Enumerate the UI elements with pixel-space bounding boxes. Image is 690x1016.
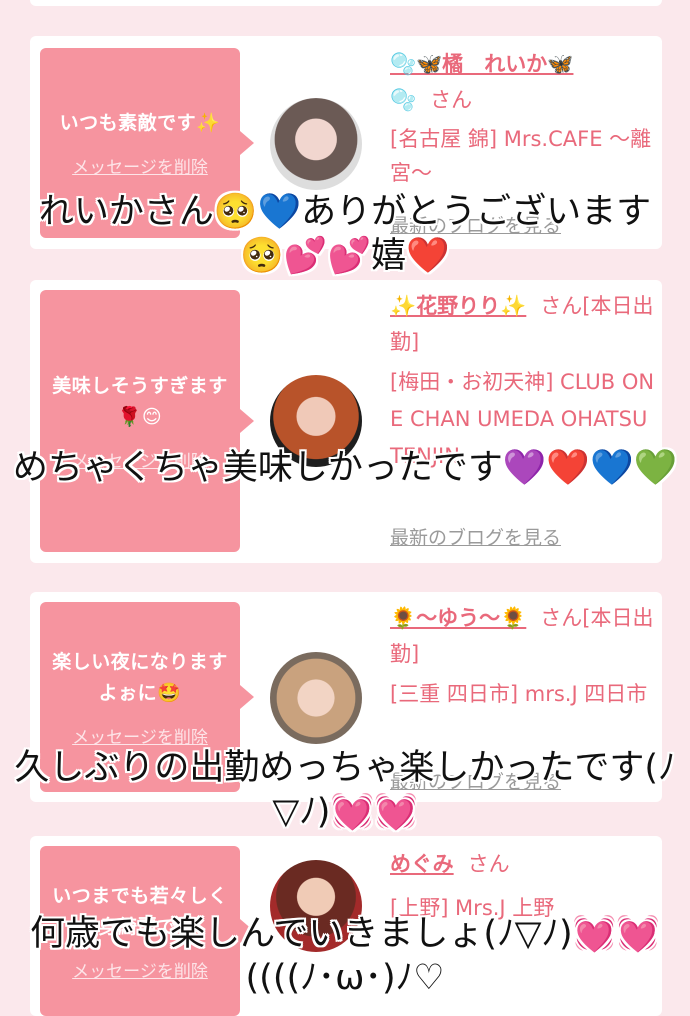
previous-card [30,0,662,6]
avatar[interactable] [270,98,362,190]
profile-name[interactable]: めぐみ [390,852,454,876]
profile-info: ✨花野りり✨ さん[本日出勤] [梅田・お初天神] CLUB ONE CHAN U… [390,288,656,556]
message-text: 楽しい夜になりますよぉに🤩 [52,650,228,704]
message-bubble: 美味しそうすぎます🌹😊 メッセージを削除 [40,290,254,552]
delete-message-link[interactable]: メッセージを削除 [72,723,208,748]
shop-info[interactable]: [名古屋 錦] Mrs.CAFE ～離宮～ [390,122,656,190]
profile-name[interactable]: 🫧🦋橘 れいか🦋 [390,52,573,76]
caption-overlay: れいかさん🥺💙ありがとうございます🥺💕💕嬉❤️ [38,192,652,276]
san-label: さん [467,852,510,876]
message-text: 美味しそうすぎます🌹😊 [52,374,228,428]
caption-overlay: めちゃくちゃ美味しかったです💜❤️💙💚 [12,448,678,488]
latest-blog-link[interactable]: 最新のブログを見る [390,520,561,556]
avatar[interactable] [270,652,362,744]
caption-overlay: 何歳でも楽しんでいきましょ(ﾉ▽ﾉ)💓💓((((ﾉ･ω･)ﾉ♡ [30,914,660,998]
delete-message-link[interactable]: メッセージを削除 [72,153,208,178]
profile-name[interactable]: 🌻～ゆう～🌻 [390,606,526,630]
shop-info[interactable]: [三重 四日市] mrs.J 四日市 [390,676,656,712]
profile-name[interactable]: ✨花野りり✨ [390,294,526,318]
caption-overlay: 久しぶりの出勤めっちゃ楽しかったです(ﾉ▽ﾉ)💓💓 [14,748,676,832]
message-text: いつも素敵です✨ [59,112,221,134]
san-label: さん [430,88,473,112]
message-card: 美味しそうすぎます🌹😊 メッセージを削除 ✨花野りり✨ さん[本日出勤] [梅田・… [30,280,662,563]
profile-name-suffix: 🫧 [390,88,417,112]
